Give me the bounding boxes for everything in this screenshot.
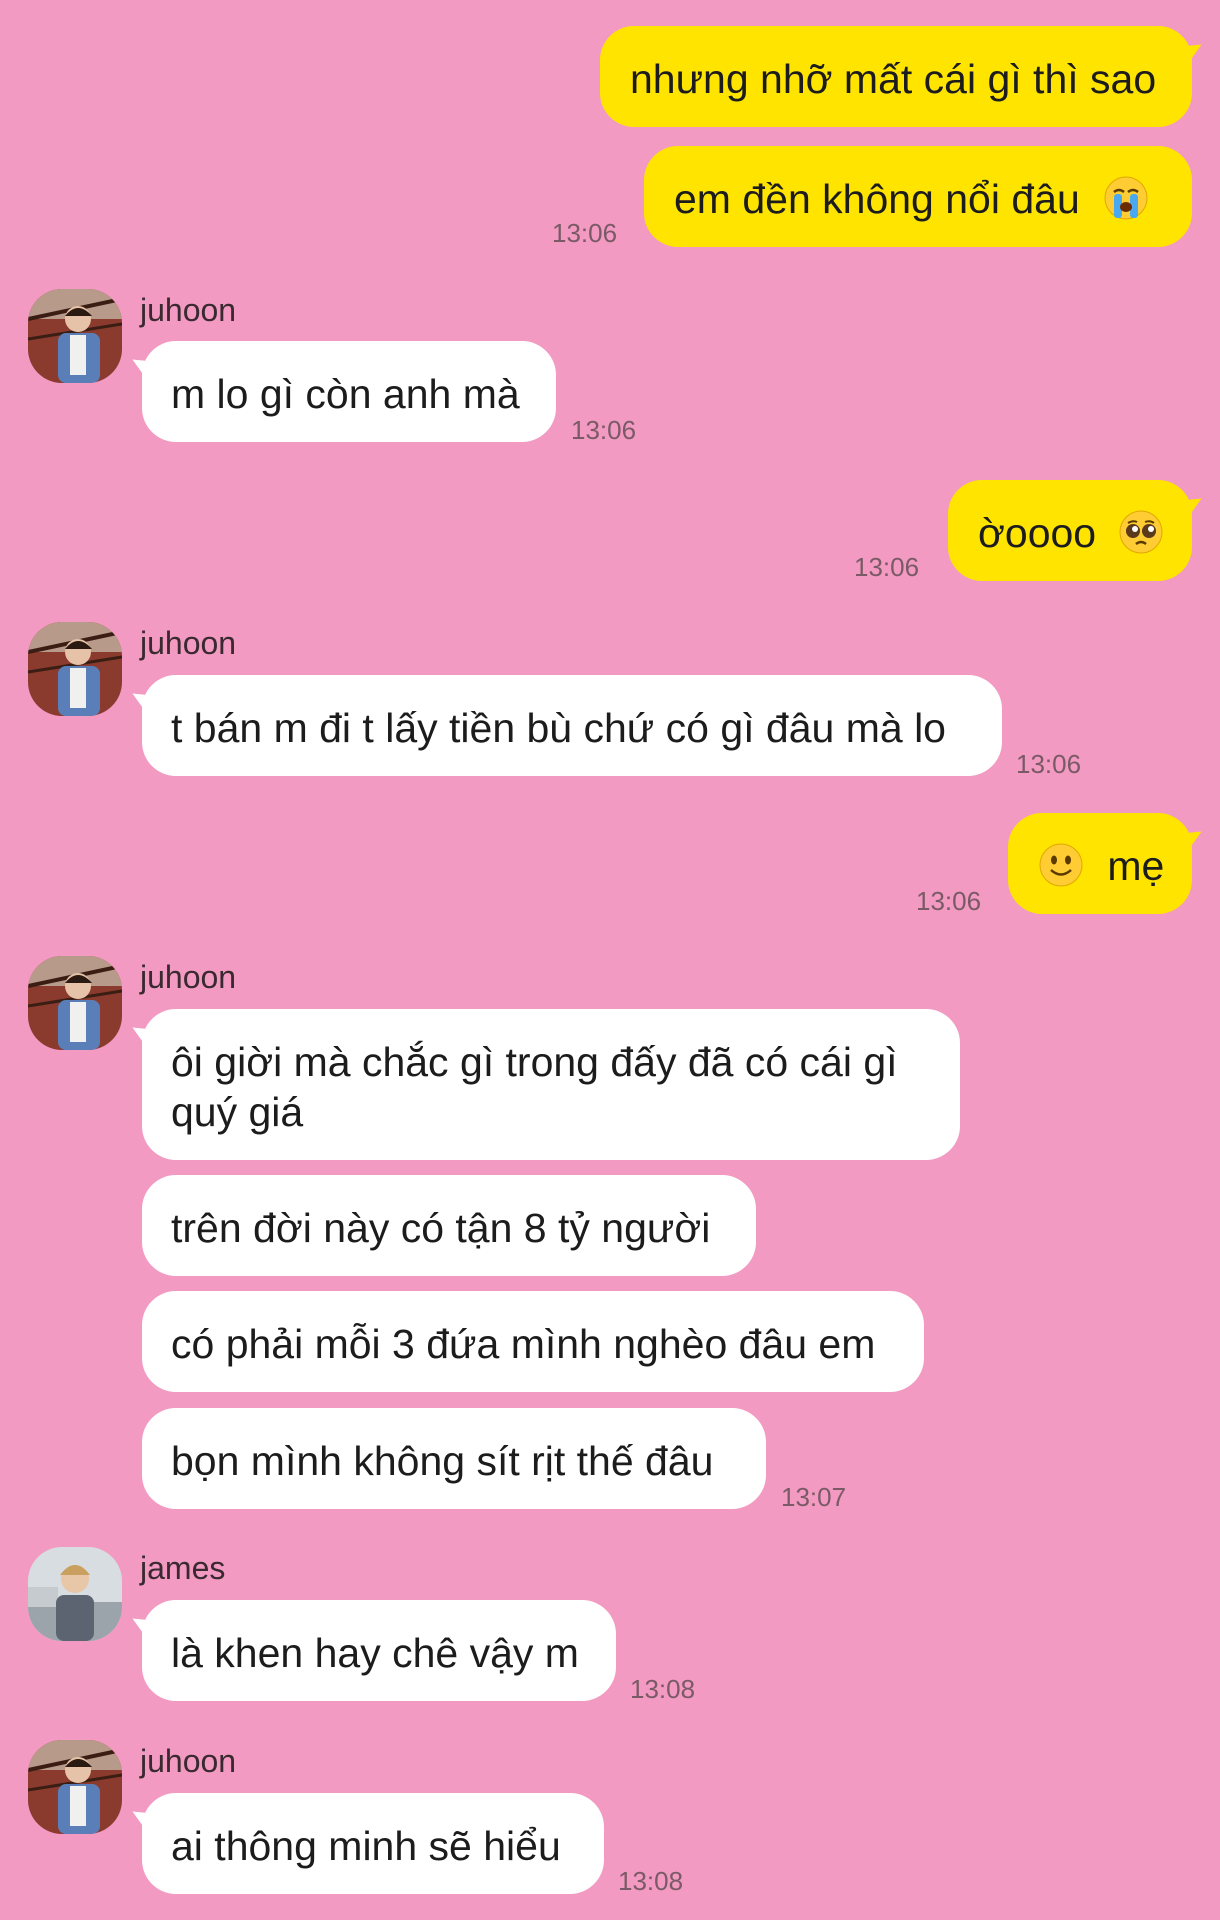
chat-thread[interactable]: nhưng nhỡ mất cái gì thì sao em đền khôn… xyxy=(0,0,1220,1920)
outgoing-message-bubble[interactable]: ờoooo xyxy=(948,480,1192,581)
incoming-message-bubble[interactable]: m lo gì còn anh mà xyxy=(142,341,556,442)
message-text: trên đời này có tận 8 tỷ người xyxy=(171,1205,711,1251)
incoming-message-bubble[interactable]: ôi giời mà chắc gì trong đấy đã có cái g… xyxy=(142,1009,960,1160)
message-text: bọn mình không sít rịt thế đâu xyxy=(171,1438,714,1484)
message-timestamp: 13:07 xyxy=(781,1482,847,1512)
sender-name: juhoon xyxy=(140,959,237,995)
sender-name: juhoon xyxy=(140,292,237,328)
loudly-crying-face-icon xyxy=(1103,175,1149,221)
message-text: mẹ xyxy=(1107,843,1165,889)
sender-name: juhoon xyxy=(140,1743,237,1779)
avatar-juhoon[interactable] xyxy=(28,956,122,1050)
avatar-james[interactable] xyxy=(28,1547,122,1641)
message-text: em đền không nổi đâu xyxy=(674,176,1080,222)
message-timestamp: 13:08 xyxy=(630,1674,696,1704)
message-timestamp: 13:06 xyxy=(552,218,618,248)
message-text: là khen hay chê vậy m xyxy=(171,1630,579,1676)
avatar-juhoon[interactable] xyxy=(28,622,122,716)
message-text: ai thông minh sẽ hiểu xyxy=(171,1823,561,1869)
message-text: t bán m đi t lấy tiền bù chứ có gì đâu m… xyxy=(171,705,946,751)
message-text: có phải mỗi 3 đứa mình nghèo đâu em xyxy=(171,1321,876,1367)
pleading-face-icon xyxy=(1118,509,1164,555)
incoming-message-bubble[interactable]: là khen hay chê vậy m xyxy=(142,1600,616,1701)
sender-name: juhoon xyxy=(140,625,237,661)
incoming-message-bubble[interactable]: t bán m đi t lấy tiền bù chứ có gì đâu m… xyxy=(142,675,1002,776)
message-text: ôi giời mà chắc gì trong đấy đã có cái g… xyxy=(171,1039,898,1135)
message-text: m lo gì còn anh mà xyxy=(171,371,520,417)
message-timestamp: 13:06 xyxy=(916,886,982,916)
message-text: nhưng nhỡ mất cái gì thì sao xyxy=(630,56,1157,102)
incoming-message-bubble[interactable]: ai thông minh sẽ hiểu xyxy=(142,1793,604,1894)
message-timestamp: 13:08 xyxy=(618,1866,684,1896)
message-timestamp: 13:06 xyxy=(854,552,920,582)
incoming-message-bubble[interactable]: bọn mình không sít rịt thế đâu xyxy=(142,1408,766,1509)
avatar-juhoon[interactable] xyxy=(28,1740,122,1834)
outgoing-message-bubble[interactable]: mẹ xyxy=(1008,813,1192,914)
message-timestamp: 13:06 xyxy=(1016,749,1082,779)
incoming-message-bubble[interactable]: trên đời này có tận 8 tỷ người xyxy=(142,1175,756,1276)
message-text: ờoooo xyxy=(978,510,1097,556)
outgoing-message-bubble[interactable]: nhưng nhỡ mất cái gì thì sao xyxy=(600,26,1192,127)
outgoing-message-bubble[interactable]: em đền không nổi đâu xyxy=(644,146,1192,247)
avatar-juhoon[interactable] xyxy=(28,289,122,383)
slightly-smiling-face-icon xyxy=(1038,842,1084,888)
incoming-message-bubble[interactable]: có phải mỗi 3 đứa mình nghèo đâu em xyxy=(142,1291,924,1392)
sender-name: james xyxy=(140,1550,226,1586)
message-timestamp: 13:06 xyxy=(571,415,637,445)
